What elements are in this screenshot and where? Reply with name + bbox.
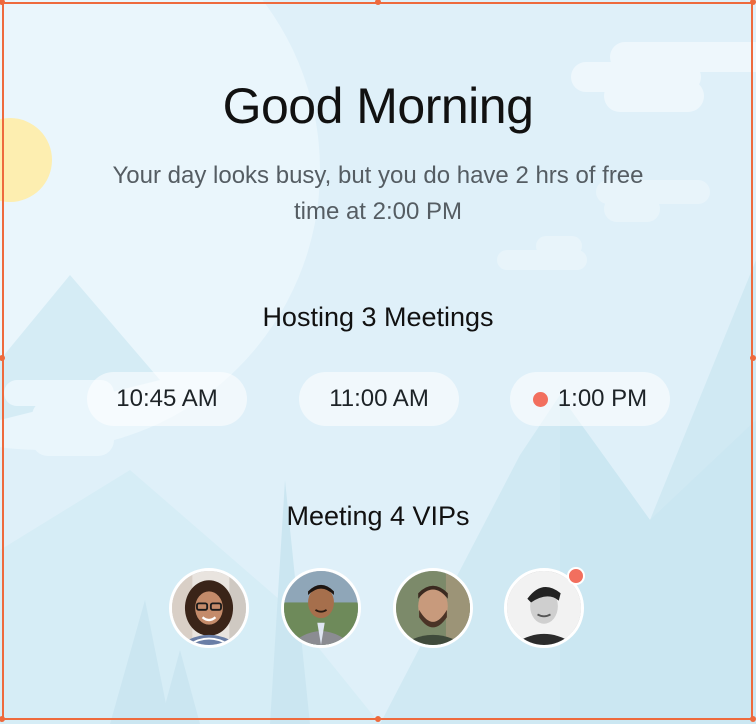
avatar[interactable] <box>393 568 473 648</box>
meeting-time-pill-highlighted[interactable]: 1:00 PM <box>510 372 670 426</box>
greeting-subtitle: Your day looks busy, but you do have 2 h… <box>112 162 644 225</box>
vips-heading: Meeting 4 VIPs <box>286 501 470 531</box>
card-content: Good Morning Your day looks busy, but yo… <box>0 0 756 724</box>
app-frame: Good Morning Your day looks busy, but yo… <box>0 0 756 724</box>
resize-handle-bottom[interactable] <box>375 716 381 722</box>
hosting-heading: Hosting 3 Meetings <box>262 302 494 332</box>
avatar[interactable] <box>281 568 361 648</box>
resize-handle-right[interactable] <box>750 355 756 361</box>
meeting-times: 10:45 AM 11:00 AM 1:00 PM <box>0 372 756 426</box>
meeting-time-pill[interactable]: 11:00 AM <box>299 372 459 426</box>
avatar-man-suit-icon <box>284 571 358 645</box>
notification-dot-icon <box>567 567 585 585</box>
meeting-time-label: 10:45 AM <box>116 385 218 412</box>
vip-avatars <box>0 567 756 650</box>
avatar[interactable] <box>169 568 249 648</box>
greeting-title: Good Morning <box>222 78 534 134</box>
resize-handle-bottom-right[interactable] <box>750 716 756 722</box>
avatar-man-beard-icon <box>396 571 470 645</box>
greeting-card: Good Morning Your day looks busy, but yo… <box>0 0 756 724</box>
meeting-time-pill[interactable]: 10:45 AM <box>87 372 247 426</box>
meeting-time-label: 11:00 AM <box>329 385 429 412</box>
alert-dot-icon <box>532 391 548 407</box>
meeting-time-label: 1:00 PM <box>557 385 648 412</box>
avatar-woman-glasses-icon <box>172 571 246 645</box>
